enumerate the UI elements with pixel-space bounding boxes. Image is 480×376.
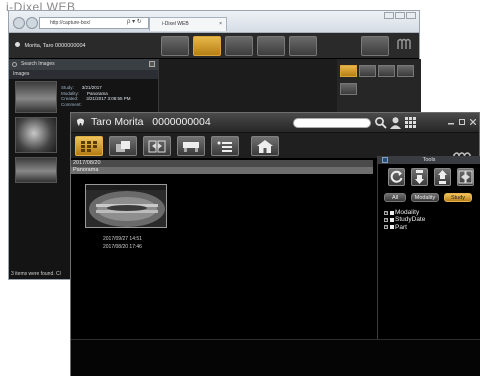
sort-ascending-button[interactable] <box>411 168 428 186</box>
refresh-button[interactable] <box>388 168 405 186</box>
filter-tree: + Modality + StudyDate + Part <box>384 209 425 231</box>
browser-window-controls <box>384 12 416 19</box>
patient-icon <box>15 42 20 47</box>
patient-title-back: Morita, Taro 0000000004 <box>15 42 86 49</box>
expand-icon: + <box>384 224 388 230</box>
compare-icon <box>148 140 166 153</box>
date-header[interactable]: 2017/08/20 <box>71 160 373 167</box>
maximize-icon[interactable] <box>395 12 405 19</box>
collapse-icon[interactable] <box>149 61 155 67</box>
patient-name: Taro Morita <box>91 116 144 128</box>
link-button[interactable] <box>340 83 357 95</box>
thumbnail-view-button[interactable] <box>75 136 103 156</box>
browser-right-panel <box>337 59 421 119</box>
panorama-image[interactable] <box>85 184 167 228</box>
morita-logo-icon <box>397 38 411 49</box>
tree-item[interactable]: + Modality <box>384 209 425 216</box>
layout-4-button[interactable] <box>397 65 414 77</box>
expand-icon: + <box>384 216 388 222</box>
status-text: 3 items were found. Cl <box>11 271 61 277</box>
compare-button[interactable] <box>143 136 171 156</box>
viewer-button[interactable] <box>257 36 285 56</box>
viewer-button[interactable] <box>177 136 205 156</box>
group-header[interactable]: Panorama <box>71 167 373 174</box>
layout-2-button[interactable] <box>359 65 376 77</box>
close-icon[interactable] <box>406 12 416 19</box>
refresh-icon <box>390 170 403 183</box>
expand-icon: + <box>384 209 388 215</box>
address-tools-icon[interactable]: ρ ▾ ↻ <box>127 18 142 25</box>
report-button[interactable] <box>211 136 239 156</box>
report-button[interactable] <box>289 36 317 56</box>
tree-item[interactable]: + StudyDate <box>384 216 425 223</box>
user-icon[interactable] <box>389 116 402 129</box>
search-icon <box>12 62 17 67</box>
home-icon <box>257 140 273 153</box>
filter-modality-button[interactable]: Modality <box>411 193 439 202</box>
tools-header: Tools <box>378 156 480 164</box>
close-icon[interactable] <box>470 119 476 125</box>
node-icon <box>390 210 394 215</box>
list-view-button[interactable] <box>225 36 253 56</box>
viewer-icon <box>183 142 199 152</box>
morita-logo-back <box>391 37 417 55</box>
node-icon <box>390 217 394 222</box>
images-header: Images <box>9 70 158 79</box>
browser-chrome: http://capture-box/ ρ ▾ ↻ i-Dixel WEB × <box>9 11 419 33</box>
app-window: Taro Morita 0000000004 2017/08/20 Panora… <box>70 112 480 376</box>
search-input[interactable] <box>293 118 371 128</box>
exit-button[interactable] <box>361 36 389 56</box>
home-button[interactable] <box>251 136 279 156</box>
filter-study-button[interactable]: Study <box>444 193 472 202</box>
sort-ascending-icon <box>415 170 424 184</box>
thumbnail-grid-icon <box>81 141 97 152</box>
forward-icon[interactable] <box>26 17 38 29</box>
image-date: 2017/08/20 17:46 <box>103 244 142 250</box>
lower-panel <box>71 339 480 376</box>
minimize-icon[interactable] <box>384 12 394 19</box>
sort-descending-button[interactable] <box>434 168 451 186</box>
compare-icon <box>458 170 473 184</box>
patient-header: Taro Morita 0000000004 <box>91 116 211 128</box>
tab-close-icon[interactable]: × <box>219 18 222 31</box>
node-icon <box>390 225 394 230</box>
panel-icon <box>382 157 388 163</box>
back-icon[interactable] <box>13 17 25 29</box>
search-icon[interactable] <box>374 116 387 129</box>
stack-view-button[interactable] <box>109 136 137 156</box>
image-thumbnail[interactable] <box>15 81 57 113</box>
layout-3-button[interactable] <box>378 65 395 77</box>
minimize-icon[interactable] <box>448 119 454 125</box>
app-title-bar: Taro Morita 0000000004 <box>71 113 479 133</box>
stack-icon <box>116 141 130 152</box>
layout-1-button[interactable] <box>340 65 357 77</box>
maximize-icon[interactable] <box>459 119 465 125</box>
tools-panel: Tools All Modality Study + Modality + St… <box>377 156 480 339</box>
thumbnail-view-button[interactable] <box>193 36 221 56</box>
report-icon <box>217 141 232 152</box>
browser-tab[interactable]: i-Dixel WEB × <box>149 17 227 31</box>
tooth-icon <box>77 118 84 126</box>
grid-icon[interactable] <box>404 116 417 129</box>
image-date: 2017/09/27 14:51 <box>103 236 142 242</box>
home-button[interactable] <box>161 36 189 56</box>
filter-all-button[interactable]: All <box>384 193 406 202</box>
tree-item[interactable]: + Part <box>384 224 425 231</box>
study-meta: Study: 3/21/2017 Modality: Panorama Create… <box>61 85 131 107</box>
browser-tab-title: i-Dixel WEB <box>162 21 189 27</box>
compare-tool-button[interactable] <box>457 168 474 186</box>
sort-descending-icon <box>438 170 447 184</box>
image-thumbnail[interactable] <box>15 157 57 183</box>
image-thumbnail[interactable] <box>15 117 57 153</box>
search-images-header[interactable]: Search Images <box>9 59 158 70</box>
patient-id: 0000000004 <box>152 116 211 128</box>
xray-graphic <box>86 185 166 227</box>
